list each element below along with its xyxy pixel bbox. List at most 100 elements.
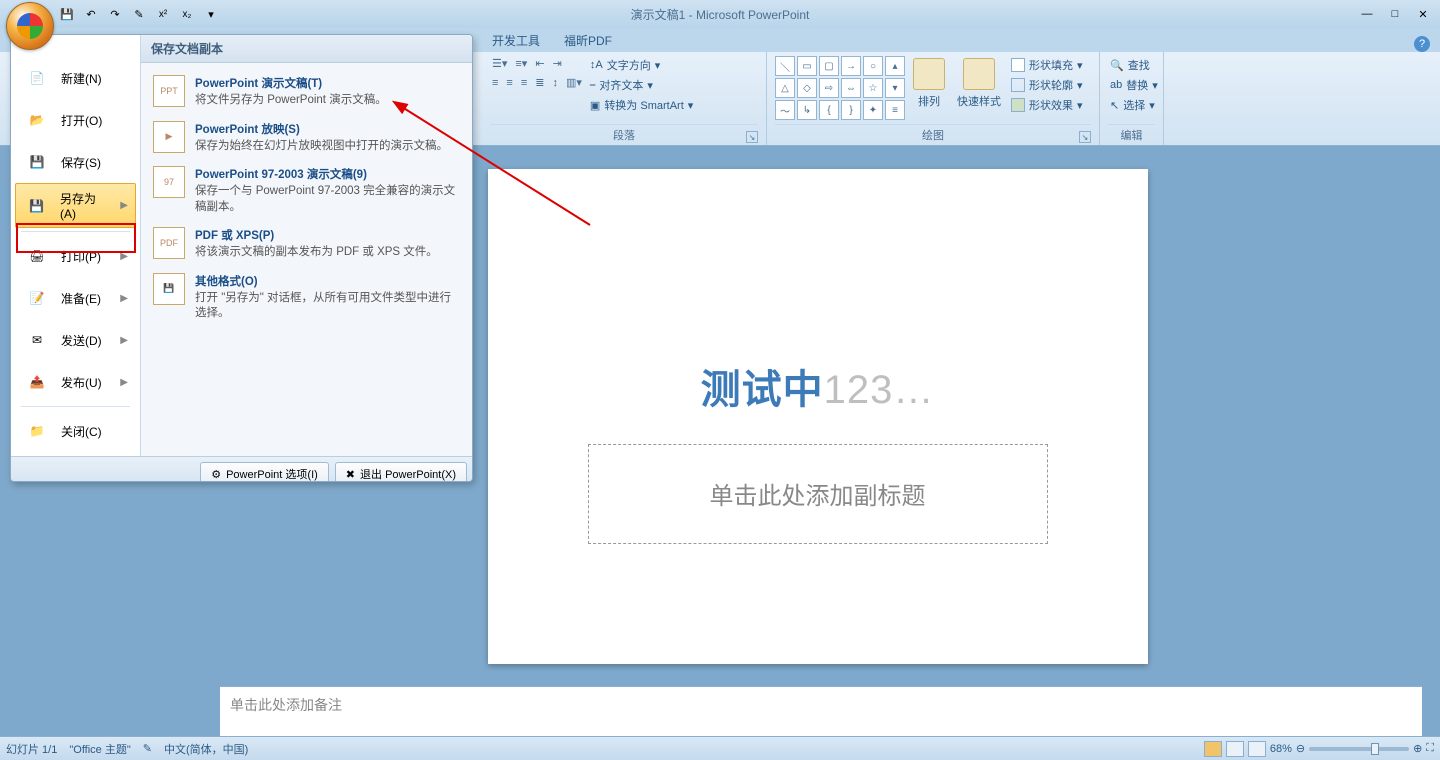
shape-more-2[interactable]: ▾ (885, 78, 905, 98)
shape-double-arrow-icon[interactable]: ⇔ (841, 78, 861, 98)
shape-star-icon[interactable]: ✦ (863, 100, 883, 120)
tab-devtools[interactable]: 开发工具 (480, 29, 552, 52)
text-direction-button[interactable]: ↕A文字方向 ▾ (588, 56, 695, 74)
status-language[interactable]: 中文(简体，中国) (164, 741, 248, 757)
select-button[interactable]: ↖选择 ▾ (1108, 96, 1157, 114)
justify-button[interactable]: ≣ (533, 75, 546, 90)
saveas-other[interactable]: 💾 其他格式(O)打开 "另存为" 对话框，从所有可用文件类型中进行选择。 (149, 267, 464, 328)
help-icon[interactable]: ? (1414, 36, 1430, 52)
fit-to-window-button[interactable]: ⛶ (1426, 742, 1434, 755)
increase-indent-button[interactable]: ⇥ (551, 56, 564, 71)
shapes-gallery[interactable]: ＼ ▭ ▢ → ○ ▴ △ ◇ ⇨ ⇔ ☆ ▾ 〜 ↳ { } ✦ ≡ (775, 56, 905, 120)
zoom-level[interactable]: 68% (1270, 743, 1292, 755)
drawing-dialog-launcher[interactable]: ↘ (1079, 131, 1091, 143)
slide-title[interactable]: 测试中123… (488, 357, 1148, 415)
zoom-thumb[interactable] (1371, 743, 1379, 755)
shape-arrowblock-icon[interactable]: ⇨ (819, 78, 839, 98)
replace-button[interactable]: ab替换 ▾ (1108, 76, 1160, 94)
select-icon: ↖ (1110, 99, 1119, 112)
align-right-button[interactable]: ≡ (519, 75, 529, 90)
find-label: 查找 (1128, 57, 1150, 73)
menu-publish[interactable]: 📤发布(U)▶ (15, 361, 136, 403)
office-menu: 📄新建(N) 📂打开(O) 💾保存(S) 💾另存为(A)▶ 🖨打印(P)▶ 📝准… (10, 34, 473, 482)
qat-superscript-icon[interactable]: x² (154, 5, 172, 23)
zoom-slider[interactable] (1309, 747, 1409, 751)
saveas-pdf[interactable]: PDF PDF 或 XPS(P)将该演示文稿的副本发布为 PDF 或 XPS 文… (149, 221, 464, 267)
quick-styles-button[interactable]: 快速样式 (953, 56, 1005, 111)
slide-subtitle-placeholder[interactable]: 单击此处添加副标题 (588, 444, 1048, 544)
bullets-button[interactable]: ☰▾ (490, 56, 509, 71)
close-button[interactable]: ✕ (1410, 5, 1436, 23)
maximize-button[interactable]: □ (1382, 5, 1408, 23)
group-drawing-label: 绘图 (922, 130, 944, 142)
shape-triangle-icon[interactable]: △ (775, 78, 795, 98)
powerpoint-options-button[interactable]: ⚙PowerPoint 选项(I) (200, 462, 329, 482)
menu-new[interactable]: 📄新建(N) (15, 57, 136, 99)
print-icon: 🖨 (23, 242, 51, 270)
sorter-view-button[interactable] (1226, 741, 1244, 757)
menu-save[interactable]: 💾保存(S) (15, 141, 136, 183)
notes-pane[interactable]: 单击此处添加备注 (220, 686, 1422, 736)
slideshow-view-button[interactable] (1248, 741, 1266, 757)
saveas-ppsx[interactable]: ▶ PowerPoint 放映(S)保存为始终在幻灯片放映视图中打开的演示文稿。 (149, 115, 464, 161)
exit-icon: ✖ (346, 468, 355, 481)
qat-undo-icon[interactable]: ↶ (82, 5, 100, 23)
qat-save-icon[interactable]: 💾 (58, 5, 76, 23)
spellcheck-status-icon[interactable]: ✎ (143, 742, 152, 755)
shape-connector-icon[interactable]: ↳ (797, 100, 817, 120)
columns-button[interactable]: ▥▾ (564, 75, 584, 90)
shape-line-icon[interactable]: ＼ (775, 56, 795, 76)
menu-print[interactable]: 🖨打印(P)▶ (15, 235, 136, 277)
convert-smartart-button[interactable]: ▣转换为 SmartArt ▾ (588, 96, 695, 114)
menu-save-as[interactable]: 💾另存为(A)▶ (15, 183, 136, 228)
shape-effects-label: 形状效果 (1029, 97, 1073, 113)
qat-redo-icon[interactable]: ↷ (106, 5, 124, 23)
slide[interactable]: 测试中123… 单击此处添加副标题 (488, 169, 1148, 664)
shape-fill-button[interactable]: 形状填充 ▾ (1009, 56, 1085, 74)
menu-send[interactable]: ✉发送(D)▶ (15, 319, 136, 361)
office-menu-left: 📄新建(N) 📂打开(O) 💾保存(S) 💾另存为(A)▶ 🖨打印(P)▶ 📝准… (11, 35, 141, 456)
numbering-button[interactable]: ≡▾ (513, 56, 529, 71)
shape-callout-icon[interactable]: ☆ (863, 78, 883, 98)
shape-brace2-icon[interactable]: } (841, 100, 861, 120)
send-icon: ✉ (23, 326, 51, 354)
align-text-button[interactable]: ⎯对齐文本 ▾ (588, 76, 695, 94)
menu-open[interactable]: 📂打开(O) (15, 99, 136, 141)
qat-subscript-icon[interactable]: x₂ (178, 5, 196, 23)
shape-rect-icon[interactable]: ▭ (797, 56, 817, 76)
shape-brace-icon[interactable]: { (819, 100, 839, 120)
find-button[interactable]: 🔍查找 (1108, 56, 1152, 74)
exit-powerpoint-button[interactable]: ✖退出 PowerPoint(X) (335, 462, 467, 482)
qat-spellcheck-icon[interactable]: ✎ (130, 5, 148, 23)
saveas-ppt97[interactable]: 97 PowerPoint 97-2003 演示文稿(9)保存一个与 Power… (149, 160, 464, 221)
shape-outline-button[interactable]: 形状轮廓 ▾ (1009, 76, 1085, 94)
shape-roundrect-icon[interactable]: ▢ (819, 56, 839, 76)
office-button[interactable] (6, 2, 54, 50)
line-spacing-button[interactable]: ↕ (550, 75, 560, 90)
align-center-button[interactable]: ≡ (504, 75, 514, 90)
qat-customize-icon[interactable]: ▾ (202, 5, 220, 23)
zoom-in-button[interactable]: ⊕ (1413, 742, 1422, 755)
decrease-indent-button[interactable]: ⇤ (533, 56, 546, 71)
chevron-right-icon: ▶ (120, 293, 128, 304)
paragraph-dialog-launcher[interactable]: ↘ (746, 131, 758, 143)
arrange-button[interactable]: 排列 (909, 56, 949, 111)
menu-close[interactable]: 📁关闭(C) (15, 410, 136, 452)
shape-curve-icon[interactable]: 〜 (775, 100, 795, 120)
align-left-button[interactable]: ≡ (490, 75, 500, 90)
shape-effects-button[interactable]: 形状效果 ▾ (1009, 96, 1085, 114)
saveas-pptx[interactable]: PPT PowerPoint 演示文稿(T)将文件另存为 PowerPoint … (149, 69, 464, 115)
tab-foxit[interactable]: 福昕PDF (552, 29, 624, 52)
shape-diamond-icon[interactable]: ◇ (797, 78, 817, 98)
options-label: PowerPoint 选项(I) (226, 466, 318, 482)
shape-oval-icon[interactable]: ○ (863, 56, 883, 76)
slide-subtitle-label: 单击此处添加副标题 (710, 476, 926, 511)
zoom-out-button[interactable]: ⊖ (1296, 742, 1305, 755)
menu-prepare[interactable]: 📝准备(E)▶ (15, 277, 136, 319)
shape-more-3[interactable]: ≡ (885, 100, 905, 120)
shape-more-1[interactable]: ▴ (885, 56, 905, 76)
normal-view-button[interactable] (1204, 741, 1222, 757)
menu-save-label: 保存(S) (61, 154, 101, 171)
minimize-button[interactable]: — (1354, 5, 1380, 23)
shape-arrow-icon[interactable]: → (841, 56, 861, 76)
